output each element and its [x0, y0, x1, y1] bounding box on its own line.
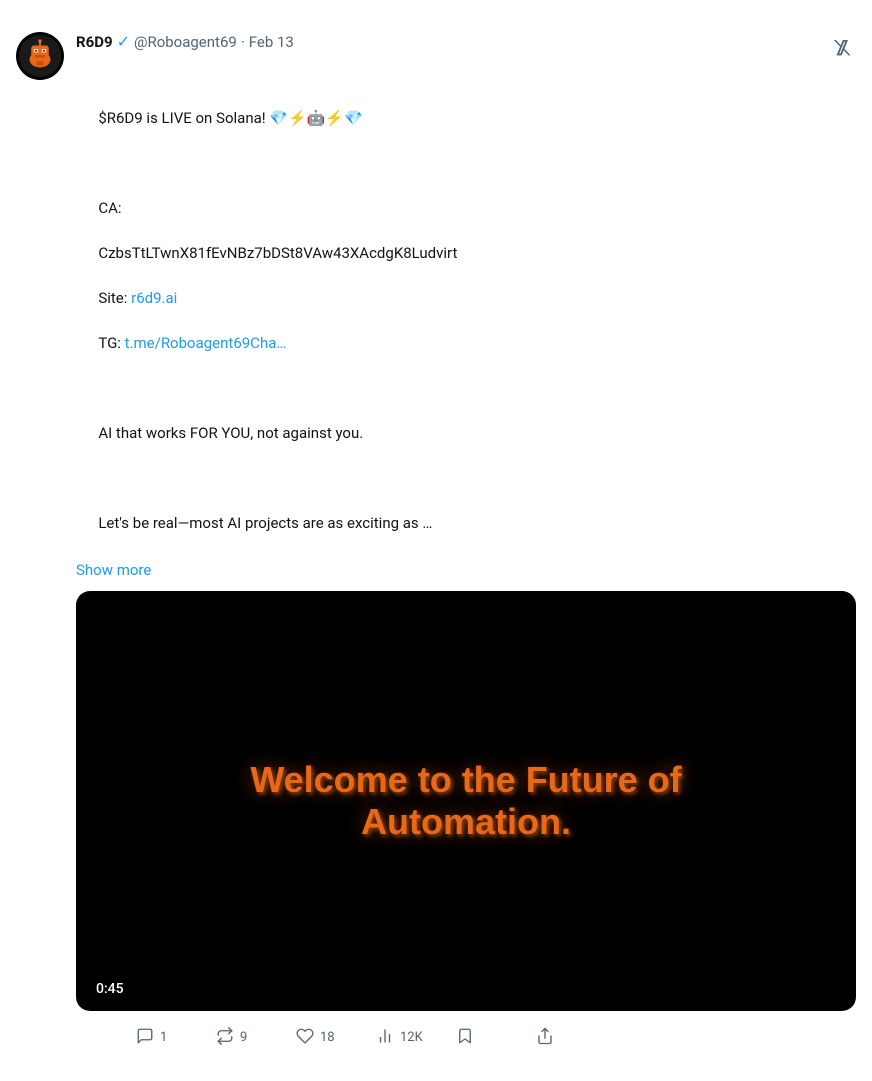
- like-action[interactable]: 18: [296, 1023, 376, 1053]
- comment-count: 1: [160, 1030, 167, 1045]
- tweet-card: R6D9 ✓ @Roboagent69 · Feb 13 𝕏 $R6D9 is …: [0, 16, 872, 1065]
- like-icon: [296, 1027, 314, 1049]
- tweet-text: $R6D9 is LIVE on Solana! 💎⚡🤖⚡💎 CA: CzbsT…: [76, 84, 856, 557]
- tweet-header-left: R6D9 ✓ @Roboagent69 · Feb 13: [16, 32, 294, 80]
- bookmark-action[interactable]: [456, 1023, 536, 1053]
- avatar[interactable]: [16, 32, 64, 80]
- views-action[interactable]: 12K: [376, 1023, 456, 1053]
- views-icon: [376, 1027, 394, 1049]
- video-container[interactable]: Welcome to the Future of Automation. 0:4…: [76, 591, 856, 1011]
- retweet-icon: [216, 1027, 234, 1049]
- tweet-header: R6D9 ✓ @Roboagent69 · Feb 13 𝕏: [16, 32, 856, 80]
- share-icon: [536, 1027, 554, 1049]
- video-text: Welcome to the Future of Automation.: [250, 759, 681, 843]
- tweet-date: Feb 13: [249, 33, 294, 51]
- tweet-line1: $R6D9 is LIVE on Solana! 💎⚡🤖⚡💎: [98, 109, 362, 127]
- tweet-ca-address: CzbsTtLTwnX81fEvNBz7bDSt8VAw43XAcdgK8Lud…: [98, 244, 457, 262]
- tweet-body-line1: AI that works FOR YOU, not against you.: [98, 424, 363, 442]
- tweet-tg-label: TG:: [98, 334, 124, 352]
- comment-icon: [136, 1027, 154, 1049]
- retweet-action[interactable]: 9: [216, 1023, 296, 1053]
- user-name[interactable]: R6D9: [76, 33, 113, 51]
- show-more-link[interactable]: Show more: [76, 561, 856, 579]
- user-name-row: R6D9 ✓ @Roboagent69 · Feb 13: [76, 32, 294, 51]
- user-info: R6D9 ✓ @Roboagent69 · Feb 13: [76, 32, 294, 51]
- comment-action[interactable]: 1: [136, 1023, 216, 1053]
- tweet-body-line2: Let's be real—most AI projects are as ex…: [98, 514, 432, 532]
- tweet-actions: 1 9 18: [136, 1023, 856, 1053]
- more-options-button[interactable]: 𝕏: [832, 32, 856, 65]
- tweet-tg-link[interactable]: t.me/Roboagent69Cha…: [125, 334, 287, 352]
- tweet-dot: ·: [241, 33, 245, 51]
- video-title-line2: Automation.: [250, 801, 681, 843]
- user-handle: @Roboagent69: [134, 33, 237, 51]
- retweet-count: 9: [240, 1030, 247, 1045]
- tweet-site-link[interactable]: r6d9.ai: [131, 289, 177, 307]
- like-count: 18: [320, 1030, 335, 1045]
- tweet-ca-label: CA:: [98, 199, 121, 217]
- video-title-line1: Welcome to the Future of: [250, 759, 681, 801]
- share-action[interactable]: [536, 1023, 616, 1053]
- views-count: 12K: [400, 1030, 423, 1045]
- tweet-site-label: Site:: [98, 289, 131, 307]
- bookmark-icon: [456, 1027, 474, 1049]
- verified-badge-icon: ✓: [117, 32, 130, 51]
- tweet-content: $R6D9 is LIVE on Solana! 💎⚡🤖⚡💎 CA: CzbsT…: [76, 84, 856, 1053]
